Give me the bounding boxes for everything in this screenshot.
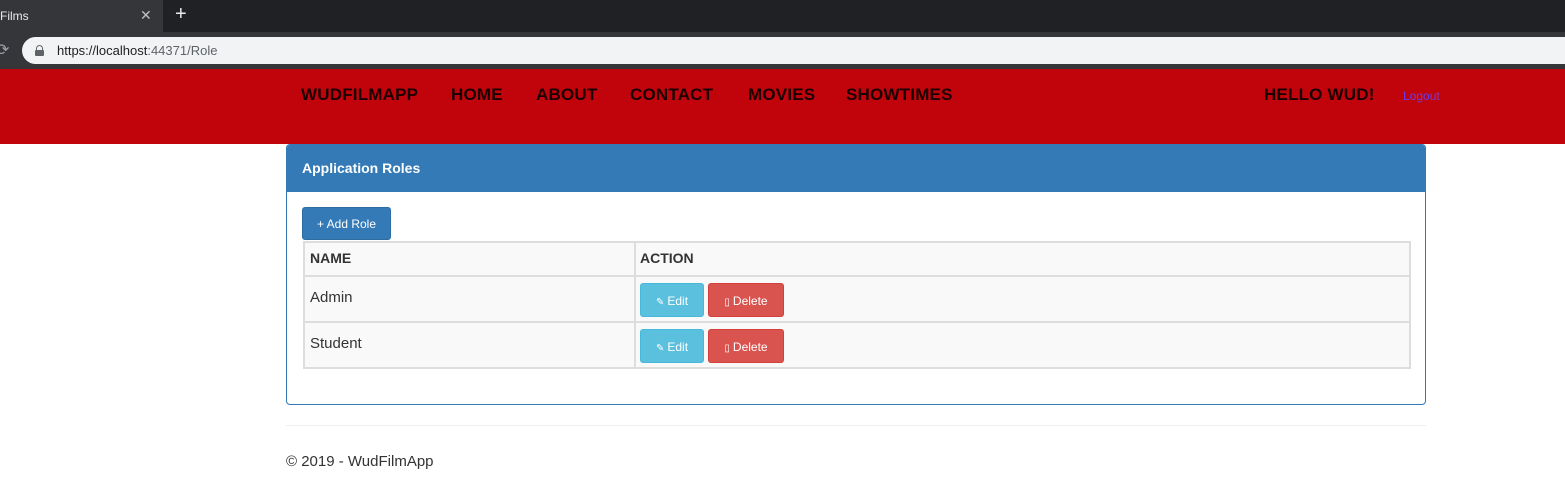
lock-icon — [35, 45, 44, 56]
edit-label: Edit — [667, 340, 689, 354]
url-host: https://localhost — [57, 43, 148, 58]
role-name: Admin — [310, 289, 353, 306]
address-bar[interactable]: https://localhost:44371/Role — [22, 37, 1565, 64]
edit-label: Edit — [667, 294, 689, 308]
column-header-name: NAME — [310, 250, 352, 266]
trash-icon: ▯ — [724, 297, 730, 308]
delete-label: Delete — [732, 340, 768, 354]
url-text: https://localhost:44371/Role — [57, 43, 217, 58]
nav-item-contact[interactable]: CONTACT — [630, 85, 713, 105]
site-navbar: WUDFILMAPP HOME ABOUT CONTACT MOVIES SHO… — [0, 69, 1565, 144]
close-icon[interactable]: ✕ — [140, 7, 152, 24]
roles-table: NAME ACTION Admin ✎ Edit ▯ Delete Student … — [303, 241, 1411, 369]
browser-tab[interactable]: Films ✕ — [0, 0, 163, 32]
footer-copyright: © 2019 - WudFilmApp — [286, 453, 434, 470]
row-divider — [305, 321, 1409, 323]
edit-button[interactable]: ✎ Edit — [640, 283, 704, 317]
reload-icon[interactable]: ⟳ — [0, 40, 9, 60]
pencil-icon: ✎ — [655, 297, 665, 308]
add-role-button[interactable]: + Add Role — [302, 207, 391, 240]
row-divider — [305, 275, 1409, 277]
nav-item-movies[interactable]: MOVIES — [748, 85, 815, 105]
footer-divider — [286, 425, 1426, 426]
new-tab-icon[interactable]: + — [175, 3, 187, 26]
nav-item-showtimes[interactable]: SHOWTIMES — [846, 85, 953, 105]
column-header-action: ACTION — [640, 250, 694, 266]
browser-toolbar: ⟳ https://localhost:44371/Role — [0, 32, 1565, 69]
panel-heading: Application Roles — [287, 145, 1425, 192]
browser-tab-strip: Films ✕ + — [0, 0, 1565, 32]
panel-title: Application Roles — [302, 160, 421, 176]
delete-label: Delete — [732, 294, 768, 308]
trash-icon: ▯ — [724, 343, 730, 354]
delete-button[interactable]: ▯ Delete — [708, 329, 784, 363]
brand-link[interactable]: WUDFILMAPP — [301, 85, 418, 105]
url-path: :44371/Role — [147, 43, 218, 58]
pencil-icon: ✎ — [655, 343, 665, 354]
nav-item-about[interactable]: ABOUT — [536, 85, 597, 105]
delete-button[interactable]: ▯ Delete — [708, 283, 784, 317]
column-divider — [634, 243, 636, 367]
edit-button[interactable]: ✎ Edit — [640, 329, 704, 363]
nav-item-home[interactable]: HOME — [451, 85, 503, 105]
role-name: Student — [310, 335, 362, 352]
user-greeting[interactable]: HELLO WUD! — [1264, 85, 1375, 105]
roles-panel: Application Roles + Add Role NAME ACTION… — [286, 144, 1426, 405]
logout-link[interactable]: Logout — [1403, 89, 1440, 103]
tab-title: Films — [0, 9, 29, 23]
